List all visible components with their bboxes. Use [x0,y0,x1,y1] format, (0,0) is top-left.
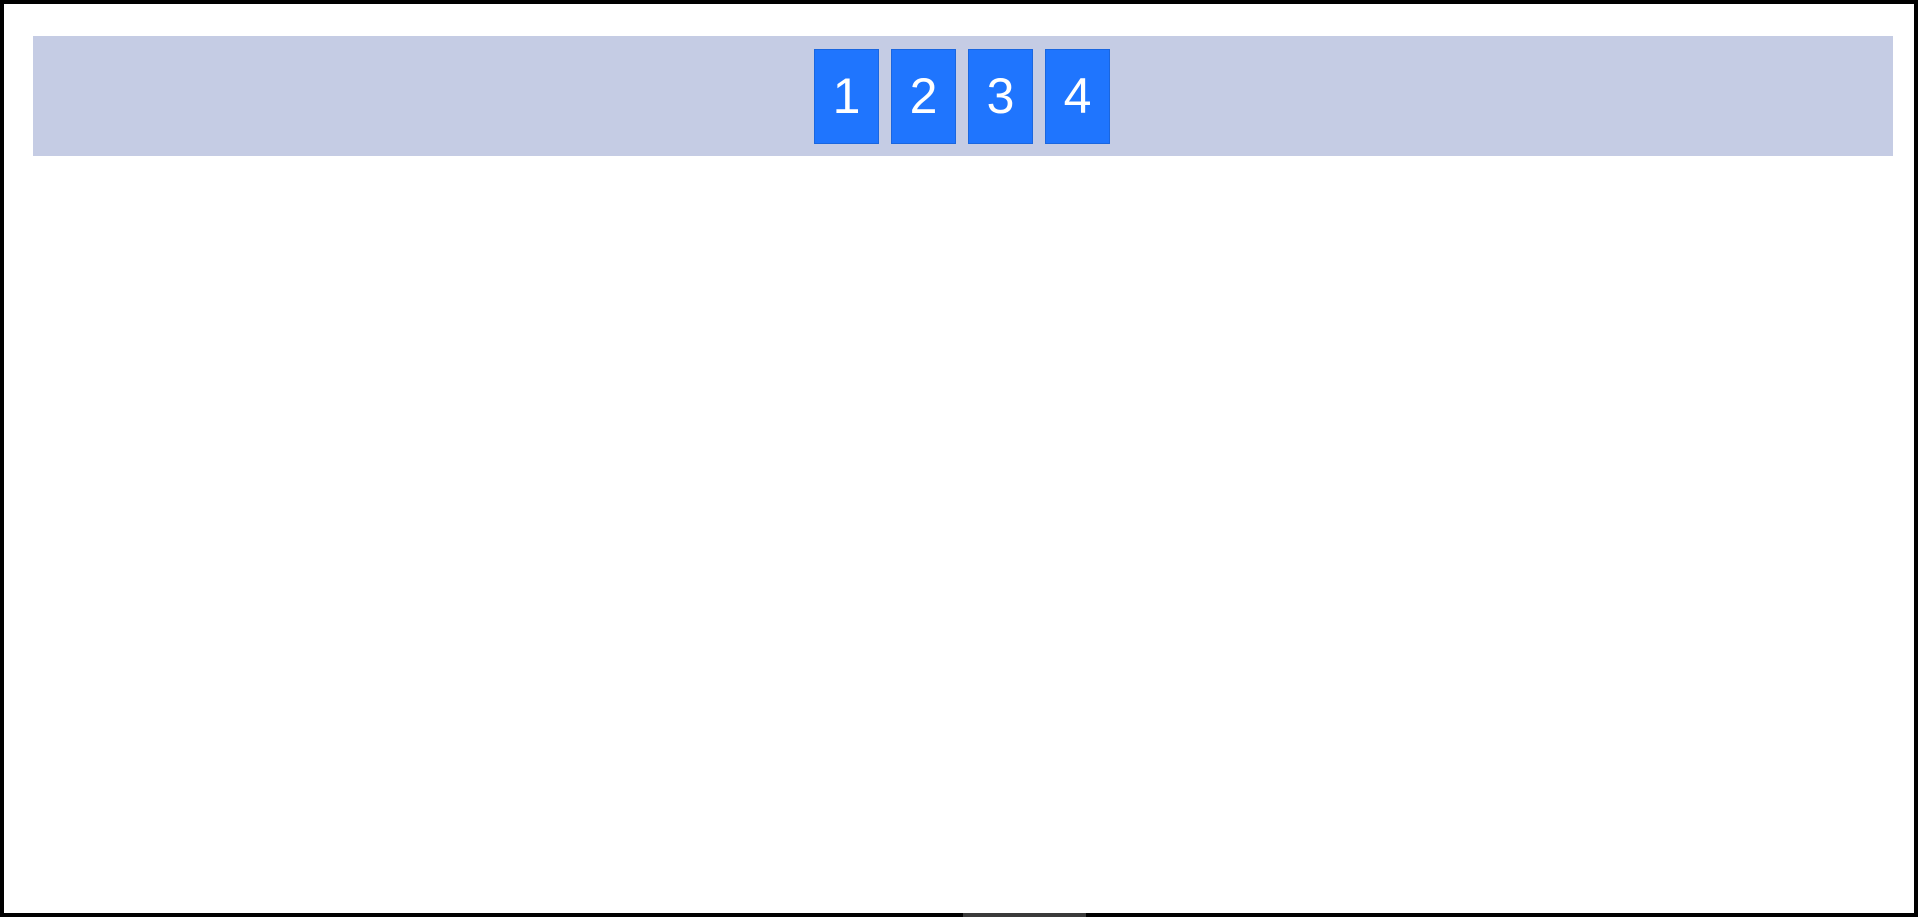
scroll-indicator[interactable] [963,913,1086,917]
page-button-4[interactable]: 4 [1045,49,1110,144]
page-button-1[interactable]: 1 [814,49,879,144]
page-button-group: 1 2 3 4 [814,49,1110,144]
app-window: 1 2 3 4 [0,0,1918,917]
page-button-3[interactable]: 3 [968,49,1033,144]
page-button-2[interactable]: 2 [891,49,956,144]
button-toolbar: 1 2 3 4 [33,36,1893,156]
